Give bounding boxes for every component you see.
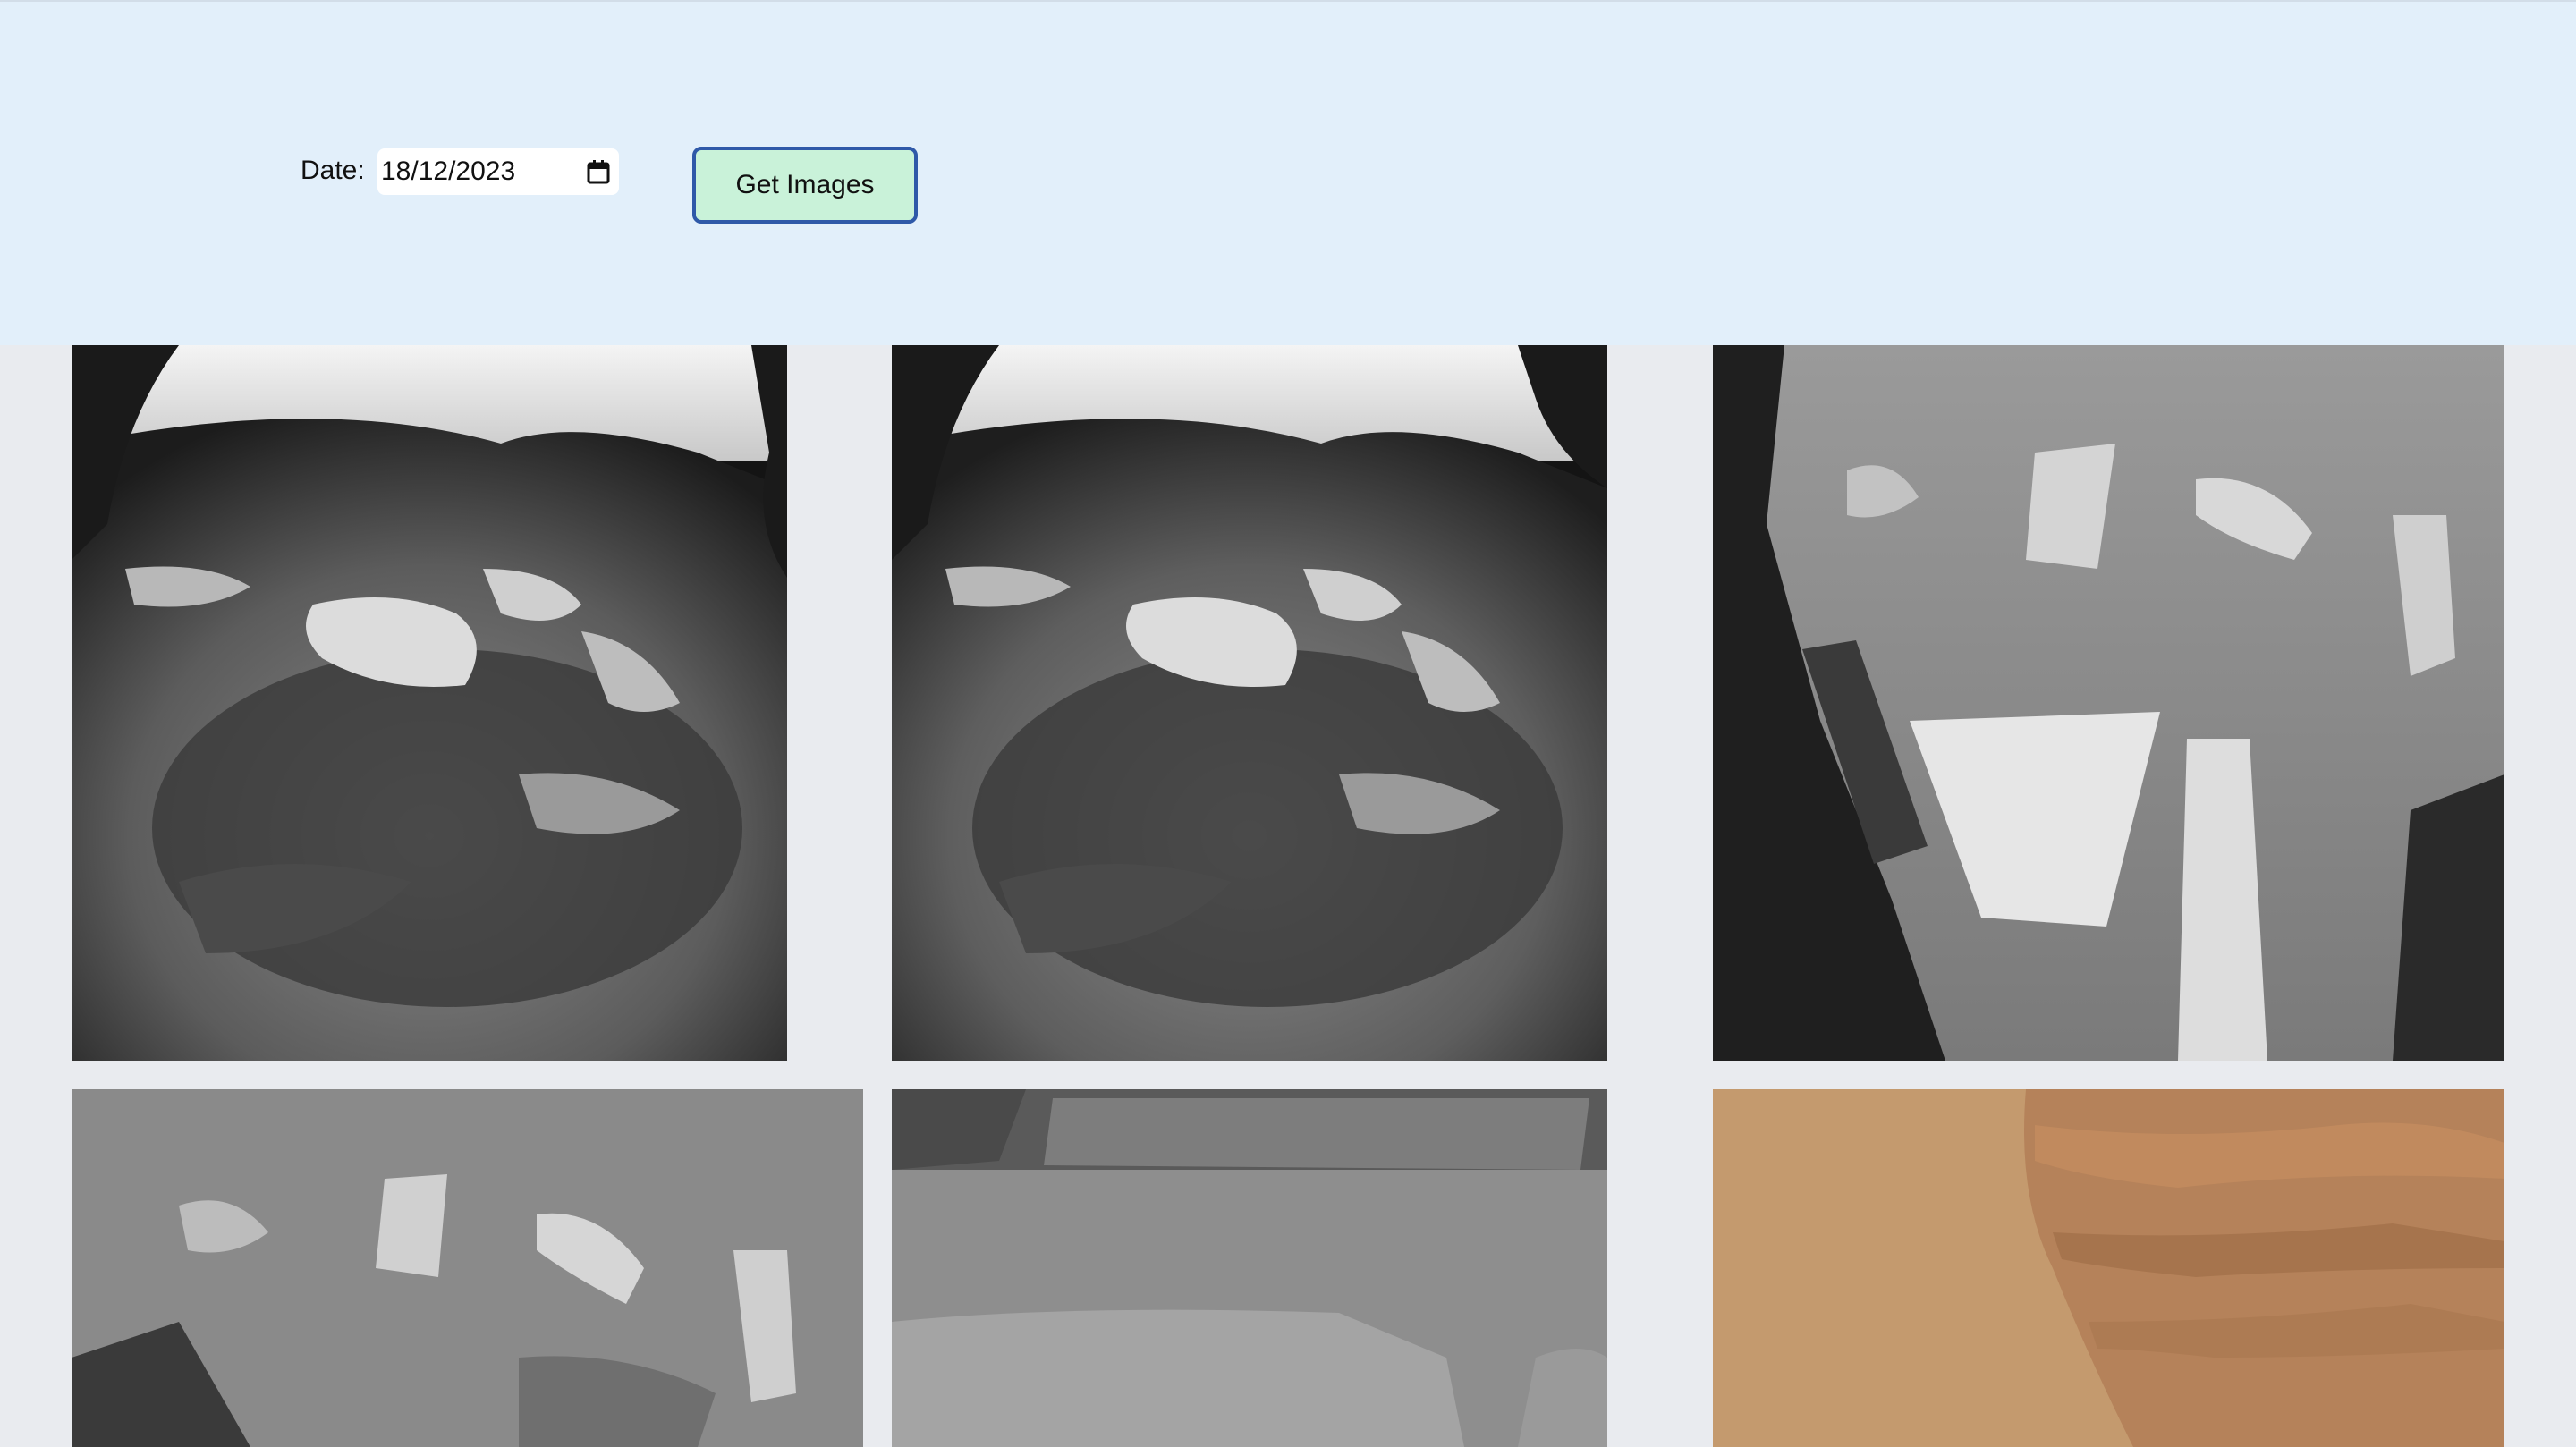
date-label: Date: <box>301 156 365 185</box>
get-images-button[interactable]: Get Images <box>692 147 918 224</box>
rover-image-6[interactable] <box>1713 1089 2504 1447</box>
rover-image-2[interactable] <box>892 345 1607 1061</box>
calendar-icon[interactable] <box>587 159 610 184</box>
rover-image-5[interactable] <box>892 1089 1607 1447</box>
header-panel: Date: 18/12/2023 Get Images <box>0 0 2576 345</box>
rover-image-1[interactable] <box>72 345 787 1061</box>
rover-image-3[interactable] <box>1713 345 2504 1061</box>
rover-image-4[interactable] <box>72 1089 863 1447</box>
date-value: 18/12/2023 <box>381 157 516 186</box>
date-input[interactable]: 18/12/2023 <box>377 148 619 195</box>
